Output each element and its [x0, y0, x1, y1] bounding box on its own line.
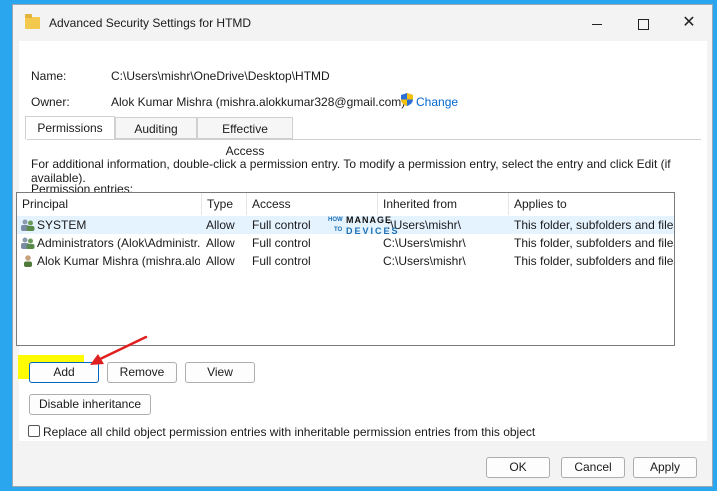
disable-inheritance-button[interactable]: Disable inheritance [29, 394, 151, 415]
cancel-button[interactable]: Cancel [561, 457, 625, 478]
replace-child-permissions-checkbox[interactable] [28, 425, 40, 437]
access-cell: Full control [252, 218, 311, 232]
replace-child-permissions-label: Replace all child object permission entr… [43, 425, 536, 439]
applies-cell: This folder, subfolders and files [514, 218, 674, 232]
column-header-principal[interactable]: Principal [17, 193, 202, 215]
annotation-arrow-icon [90, 335, 148, 365]
title-bar[interactable]: Advanced Security Settings for HTMD ✕ [13, 5, 712, 41]
user-icon [24, 255, 32, 267]
tab-effective-access[interactable]: Effective Access [197, 117, 293, 158]
column-header-applies-to[interactable]: Applies to [509, 193, 674, 215]
watermark-devices: DEVICES [346, 226, 400, 236]
maximize-button[interactable] [620, 9, 666, 37]
column-header-inherited-from[interactable]: Inherited from [378, 193, 509, 215]
type-cell: Allow [206, 254, 235, 268]
owner-value: Alok Kumar Mishra (mishra.alokkumar328@g… [111, 95, 406, 109]
applies-cell: This folder, subfolders and files [514, 236, 674, 250]
principal-cell: Alok Kumar Mishra (mishra.alo... [37, 254, 200, 268]
principal-cell: Administrators (Alok\Administr... [37, 236, 200, 250]
group-users-icon [21, 219, 35, 231]
change-owner-link[interactable]: Change [416, 95, 458, 109]
inherited-cell: C:\Users\mishr\ [383, 254, 466, 268]
folder-icon [25, 14, 40, 29]
watermark-logo: HOW TO MANAGE DEVICES [326, 215, 398, 237]
owner-label: Owner: [31, 95, 70, 109]
name-label: Name: [31, 69, 67, 83]
watermark-manage: MANAGE [346, 215, 392, 225]
close-icon: ✕ [682, 14, 696, 31]
group-users-icon [21, 237, 35, 249]
access-cell: Full control [252, 254, 311, 268]
column-header-access[interactable]: Access [247, 193, 378, 215]
ok-button[interactable]: OK [486, 457, 550, 478]
watermark-to: TO [334, 227, 343, 233]
view-button[interactable]: View [185, 362, 255, 383]
maximize-icon [637, 18, 649, 30]
watermark-how: HOW [328, 217, 343, 223]
minimize-icon [592, 23, 602, 25]
window-title: Advanced Security Settings for HTMD [49, 16, 252, 30]
table-row[interactable]: Alok Kumar Mishra (mishra.alo... Allow F… [17, 252, 674, 270]
type-cell: Allow [206, 236, 235, 250]
inherited-cell: C:\Users\mishr\ [383, 236, 466, 250]
tab-permissions[interactable]: Permissions [25, 116, 115, 140]
type-cell: Allow [206, 218, 235, 232]
minimize-button[interactable] [574, 9, 620, 37]
tab-auditing[interactable]: Auditing [115, 117, 197, 139]
uac-shield-icon [401, 93, 413, 106]
principal-cell: SYSTEM [37, 218, 87, 232]
apply-button[interactable]: Apply [633, 457, 697, 478]
column-header-type[interactable]: Type [202, 193, 247, 215]
name-value: C:\Users\mishr\OneDrive\Desktop\HTMD [111, 69, 330, 83]
info-text: For additional information, double-click… [31, 157, 671, 185]
inherited-cell: :\Users\mishr\ [387, 218, 462, 232]
close-button[interactable]: ✕ [666, 9, 712, 37]
applies-cell: This folder, subfolders and files [514, 254, 674, 268]
